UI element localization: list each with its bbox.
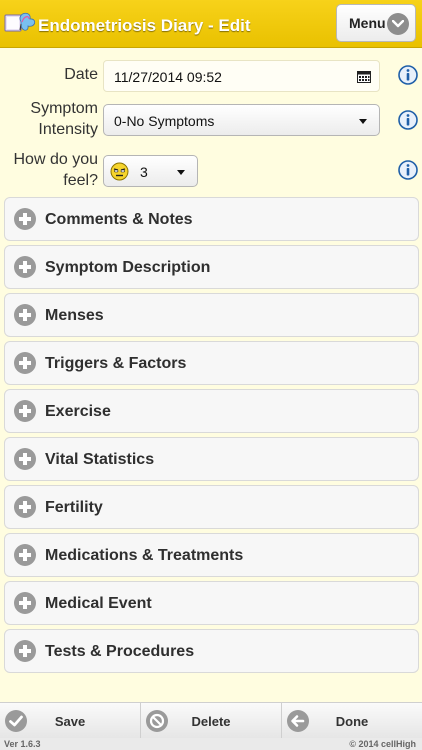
expand-plus-icon <box>14 544 36 566</box>
chevron-down-icon <box>387 13 409 35</box>
calendar-icon[interactable] <box>357 70 371 83</box>
expand-plus-icon <box>14 592 36 614</box>
section-label: Vital Statistics <box>45 451 155 468</box>
expand-plus-icon <box>14 640 36 662</box>
expand-plus-icon <box>14 304 36 326</box>
date-info-icon[interactable] <box>398 65 418 85</box>
section-label: Symptom Description <box>45 259 211 276</box>
intensity-label: Symptom Intensity <box>30 98 98 140</box>
delete-label: Delete <box>191 714 231 729</box>
save-label: Save <box>54 714 86 729</box>
version-text: Ver 1.6.3 <box>4 739 41 749</box>
section-vital-statistics[interactable]: Vital Statistics <box>4 437 419 481</box>
intensity-info-icon[interactable] <box>398 110 418 130</box>
done-label: Done <box>335 714 369 729</box>
butterfly-diary-logo-icon <box>4 12 36 32</box>
bottom-toolbar: Save Delete Done <box>0 702 422 738</box>
menu-button[interactable]: Menu <box>336 4 416 42</box>
feel-value: 3 <box>140 164 148 180</box>
intensity-value: 0-No Symptoms <box>114 113 215 129</box>
feel-select[interactable]: 3 <box>103 155 198 187</box>
section-fertility[interactable]: Fertility <box>4 485 419 529</box>
dropdown-caret-icon <box>177 170 185 175</box>
section-medications-treatments[interactable]: Medications & Treatments <box>4 533 419 577</box>
expand-plus-icon <box>14 448 36 470</box>
expand-plus-icon <box>14 400 36 422</box>
intensity-select[interactable]: 0-No Symptoms <box>103 104 380 136</box>
section-label: Comments & Notes <box>45 211 193 228</box>
version-bar: Ver 1.6.3 © 2014 cellHigh <box>0 738 422 750</box>
intensity-label-line1: Symptom <box>30 100 98 117</box>
section-label: Tests & Procedures <box>45 643 195 660</box>
sections-list: Comments & Notes Symptom Description Men… <box>4 197 419 677</box>
section-comments-notes[interactable]: Comments & Notes <box>4 197 419 241</box>
section-label: Medications & Treatments <box>45 547 244 564</box>
expand-plus-icon <box>14 352 36 374</box>
app-title: Endometriosis Diary - Edit <box>38 16 251 35</box>
expand-plus-icon <box>14 496 36 518</box>
section-medical-event[interactable]: Medical Event <box>4 581 419 625</box>
feel-info-icon[interactable] <box>398 160 418 180</box>
menu-label: Menu <box>349 15 386 31</box>
section-label: Medical Event <box>45 595 152 612</box>
date-field[interactable]: 11/27/2014 09:52 <box>103 60 380 92</box>
section-label: Fertility <box>45 499 103 516</box>
date-value: 11/27/2014 09:52 <box>114 69 222 85</box>
save-button[interactable]: Save <box>0 703 141 738</box>
feel-label: How do you feel? <box>14 149 99 191</box>
feel-label-line1: How do you <box>13 151 99 168</box>
neutral-face-icon <box>110 162 129 181</box>
app-header: Endometriosis Diary - Edit Menu <box>0 0 422 48</box>
section-exercise[interactable]: Exercise <box>4 389 419 433</box>
done-button[interactable]: Done <box>282 703 422 738</box>
section-triggers-factors[interactable]: Triggers & Factors <box>4 341 419 385</box>
section-label: Triggers & Factors <box>45 355 187 372</box>
expand-plus-icon <box>14 256 36 278</box>
intensity-label-line2: Intensity <box>38 121 98 138</box>
section-symptom-description[interactable]: Symptom Description <box>4 245 419 289</box>
section-label: Menses <box>45 307 104 324</box>
feel-label-line2: feel? <box>63 172 98 189</box>
date-label: Date <box>64 66 98 83</box>
section-tests-procedures[interactable]: Tests & Procedures <box>4 629 419 673</box>
section-label: Exercise <box>45 403 111 420</box>
copyright-text: © 2014 cellHigh <box>349 739 416 749</box>
expand-plus-icon <box>14 208 36 230</box>
section-menses[interactable]: Menses <box>4 293 419 337</box>
delete-button[interactable]: Delete <box>141 703 282 738</box>
dropdown-caret-icon <box>359 119 367 124</box>
